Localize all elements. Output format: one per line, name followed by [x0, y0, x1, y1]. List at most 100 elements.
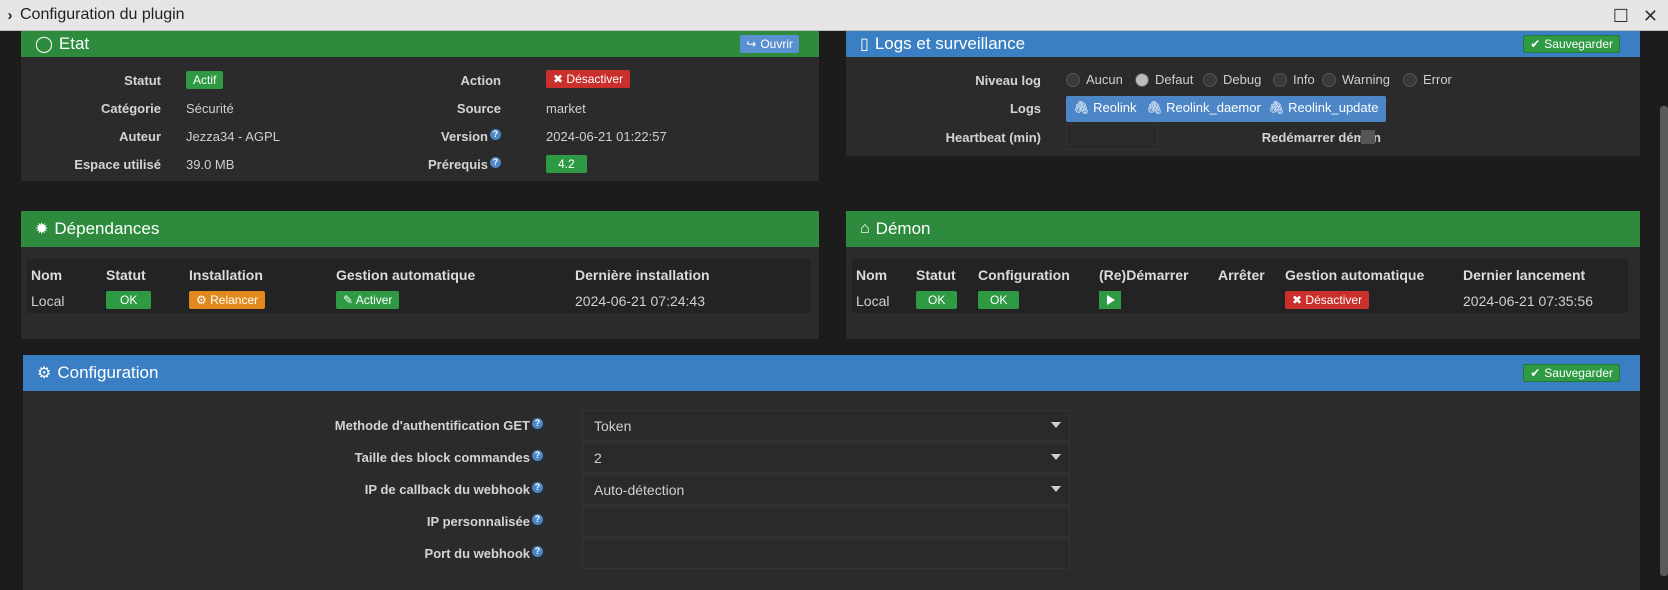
demon-dernier: 2024-06-21 07:35:56	[1463, 293, 1593, 309]
col-redemarrer: (Re)Démarrer	[1099, 267, 1189, 283]
heartbeat-label: Heartbeat (min)	[945, 130, 1041, 145]
cog-icon: ✹	[35, 221, 49, 238]
dependances-header: ✹ Dépendances	[21, 211, 819, 247]
logs-panel: ▯ Logs et surveillance ✔ Sauvegarder Nive…	[846, 31, 1640, 156]
auth-method-label: Methode d'authentification GET	[334, 418, 530, 433]
window-title: Configuration du plugin	[20, 6, 185, 23]
caret-down-icon	[1051, 454, 1061, 460]
logs-label: Logs	[1009, 101, 1041, 116]
level-aucun[interactable]: Aucun	[1066, 72, 1123, 87]
circle-notch-icon: ◯	[35, 36, 53, 53]
dependances-title: Dépendances	[54, 219, 160, 238]
close-icon[interactable]: ✕	[1643, 6, 1658, 27]
level-info[interactable]: Info	[1273, 72, 1315, 87]
statut-label: Statut	[124, 73, 161, 88]
paperclip-icon: 🖇	[1146, 100, 1163, 115]
source-value: market	[546, 101, 586, 116]
demon-title: Démon	[875, 219, 931, 238]
etat-header: ◯ Etat ↪ Ouvrir	[21, 31, 819, 57]
logs-save-button[interactable]: ✔ Sauvegarder	[1523, 35, 1620, 53]
desactiver-demon-button[interactable]: ✖ Désactiver	[1285, 291, 1370, 309]
help-icon[interactable]: ?	[532, 418, 543, 429]
col-derniere: Dernière installation	[575, 267, 710, 283]
redemarrer-label: Redémarrer démon	[1261, 130, 1381, 145]
auteur-value[interactable]: Jezza34	[186, 129, 234, 144]
custom-ip-label: IP personnalisée	[426, 514, 530, 529]
dep-nom: Local	[31, 293, 65, 309]
check-circle-icon: ✔	[1530, 366, 1541, 380]
open-button[interactable]: ↪ Ouvrir	[740, 35, 799, 53]
custom-ip-input[interactable]	[582, 506, 1070, 537]
activer-button[interactable]: ✎ Activer	[336, 291, 400, 309]
level-error[interactable]: Error	[1403, 72, 1452, 87]
paperclip-icon: 🖇	[1268, 100, 1285, 115]
col-statut: Statut	[106, 267, 146, 283]
radio-icon	[1322, 72, 1336, 87]
categorie-value: Sécurité	[186, 101, 234, 116]
version-label: Version	[441, 129, 488, 144]
level-defaut[interactable]: Defaut	[1135, 72, 1193, 87]
demon-nom: Local	[856, 293, 890, 309]
version-value: 2024-06-21 01:22:57	[546, 129, 667, 144]
action-label: Action	[460, 73, 501, 88]
log-reolink-button[interactable]: 🖇 Reolink	[1066, 96, 1144, 122]
radio-icon	[1203, 72, 1217, 87]
espace-value: 39.0 MB	[186, 157, 235, 172]
help-icon[interactable]: ?	[532, 450, 543, 461]
times-icon: ✖	[1292, 293, 1303, 307]
prerequis-label: Prérequis	[428, 157, 488, 172]
auth-method-select[interactable]: Token	[582, 410, 1070, 441]
university-icon: ⌂	[860, 220, 870, 237]
espace-label: Espace utilisé	[74, 157, 161, 172]
col-arreter: Arrêter	[1218, 267, 1265, 283]
webhook-port-label: Port du webhook	[424, 546, 530, 561]
radio-selected-icon	[1135, 72, 1149, 87]
auteur-label: Auteur	[119, 129, 161, 144]
redemarrer-checkbox[interactable]	[1361, 130, 1375, 144]
webhook-port-input[interactable]	[582, 538, 1070, 569]
play-icon[interactable]	[1099, 291, 1121, 309]
help-icon[interactable]: ?	[532, 546, 543, 557]
config-save-button[interactable]: ✔ Sauvegarder	[1523, 364, 1620, 382]
level-debug[interactable]: Debug	[1203, 72, 1261, 87]
check-circle-icon: ✔	[1530, 37, 1541, 51]
desactiver-plugin-button[interactable]: ✖ Désactiver	[546, 70, 631, 88]
configuration-panel: ⚙ Configuration ✔ Sauvegarder Methode d'a…	[23, 355, 1640, 590]
callback-ip-label: IP de callback du webhook	[364, 482, 530, 497]
chevron-right-icon[interactable]: ›	[0, 7, 20, 24]
block-size-label: Taille des block commandes	[354, 450, 530, 465]
callback-ip-select[interactable]: Auto-détection	[582, 474, 1070, 505]
col-nom: Nom	[856, 267, 888, 283]
log-reolink-daemon-button[interactable]: 🖇 Reolink_daemon	[1139, 96, 1271, 122]
col-configuration: Configuration	[978, 267, 1070, 283]
col-dernier: Dernier lancement	[1463, 267, 1586, 283]
scrollbar[interactable]	[1660, 106, 1668, 576]
prerequis-badge: 4.2	[546, 155, 587, 173]
statut-badge: Actif	[186, 71, 224, 89]
block-size-select[interactable]: 2	[582, 442, 1070, 473]
relancer-button[interactable]: ⚙ Relancer	[189, 291, 266, 309]
log-reolink-update-button[interactable]: 🖇 Reolink_update	[1261, 96, 1386, 122]
demon-table: Nom Statut Configuration (Re)Démarrer Ar…	[852, 259, 1628, 313]
bicycle-icon: ⚙	[196, 293, 207, 307]
demon-panel: ⌂ Démon Nom Statut Configuration (Re)Dém…	[846, 211, 1640, 339]
times-icon: ✖	[553, 72, 564, 86]
dependances-table: Nom Statut Installation Gestion automati…	[27, 259, 811, 313]
dep-derniere: 2024-06-21 07:24:43	[575, 293, 705, 309]
radio-icon	[1066, 72, 1080, 87]
demon-header: ⌂ Démon	[846, 211, 1640, 247]
heartbeat-input[interactable]	[1066, 124, 1158, 150]
share-icon: ↪	[746, 37, 757, 51]
dep-statut-badge: OK	[106, 291, 152, 309]
caret-down-icon	[1051, 486, 1061, 492]
logs-header: ▯ Logs et surveillance ✔ Sauvegarder	[846, 31, 1640, 57]
dependances-panel: ✹ Dépendances Nom Statut Installation Ge…	[21, 211, 819, 339]
level-warning[interactable]: Warning	[1322, 72, 1390, 87]
plugin-config-content: ◯ Etat ↪ Ouvrir Statut Actif Catégorie Sé…	[0, 31, 1668, 590]
help-icon[interactable]: ?	[490, 157, 501, 168]
help-icon[interactable]: ?	[532, 514, 543, 525]
maximize-icon[interactable]: ☐	[1613, 6, 1629, 27]
help-icon[interactable]: ?	[532, 482, 543, 493]
col-statut: Statut	[916, 267, 956, 283]
help-icon[interactable]: ?	[490, 129, 501, 140]
